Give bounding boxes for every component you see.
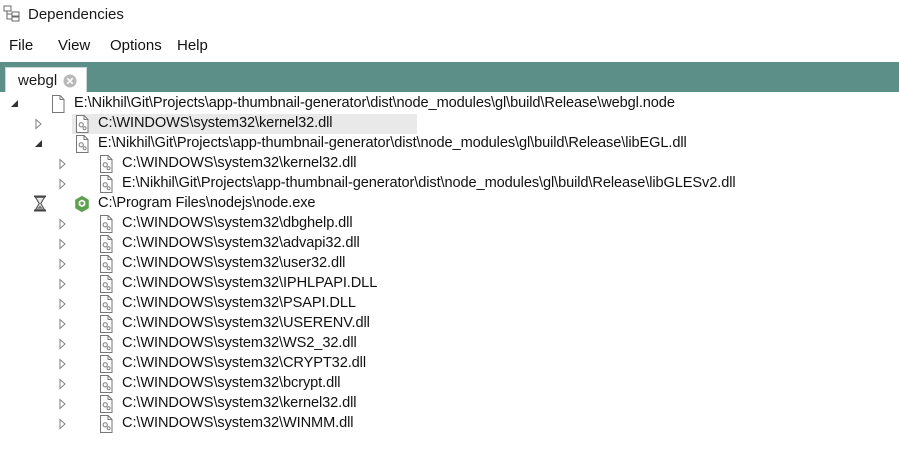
expanded-triangle-icon[interactable] xyxy=(8,97,22,111)
collapsed-triangle-icon[interactable] xyxy=(56,217,70,231)
tree-item-label: C:\WINDOWS\system32\bcrypt.dll xyxy=(122,375,341,391)
tree-item-label: C:\WINDOWS\system32\WS2_32.dll xyxy=(122,335,357,351)
hourglass-icon xyxy=(34,195,46,212)
dll-file-icon xyxy=(100,235,113,253)
tree-item-label: C:\WINDOWS\system32\advapi32.dll xyxy=(122,235,360,251)
dependencies-app-icon xyxy=(3,5,20,22)
tree-row[interactable]: E:\Nikhil\Git\Projects\app-thumbnail-gen… xyxy=(0,134,899,154)
dll-file-icon xyxy=(76,135,89,153)
tree-item-label: C:\WINDOWS\system32\WINMM.dll xyxy=(122,415,354,431)
collapsed-triangle-icon[interactable] xyxy=(56,357,70,371)
tree-row[interactable]: C:\WINDOWS\system32\IPHLPAPI.DLL xyxy=(0,274,899,294)
collapsed-triangle-icon[interactable] xyxy=(56,237,70,251)
close-tab-icon[interactable] xyxy=(63,74,77,88)
menu-help[interactable]: Help xyxy=(177,37,208,54)
tree-item-label: C:\WINDOWS\system32\user32.dll xyxy=(122,255,346,271)
tree-row[interactable]: C:\WINDOWS\system32\advapi32.dll xyxy=(0,234,899,254)
collapsed-triangle-icon[interactable] xyxy=(56,377,70,391)
tree-row[interactable]: E:\Nikhil\Git\Projects\app-thumbnail-gen… xyxy=(0,94,899,114)
dll-file-icon xyxy=(100,155,113,173)
tree-item-label: C:\WINDOWS\system32\IPHLPAPI.DLL xyxy=(122,275,378,291)
nodejs-icon xyxy=(75,195,89,213)
dll-file-icon xyxy=(100,315,113,333)
tree-row[interactable]: C:\WINDOWS\system32\WINMM.dll xyxy=(0,414,899,434)
tree-item-label: C:\WINDOWS\system32\kernel32.dll xyxy=(98,115,333,131)
tree-row[interactable]: C:\WINDOWS\system32\PSAPI.DLL xyxy=(0,294,899,314)
dll-file-icon xyxy=(100,415,113,433)
tree-row[interactable]: C:\Program Files\nodejs\node.exe xyxy=(0,194,899,214)
tree-row[interactable]: C:\WINDOWS\system32\user32.dll xyxy=(0,254,899,274)
dll-file-icon xyxy=(100,355,113,373)
expanded-triangle-icon[interactable] xyxy=(32,137,46,151)
tab-label: webgl xyxy=(18,72,58,89)
tree-item-label: C:\Program Files\nodejs\node.exe xyxy=(98,195,316,211)
collapsed-triangle-icon[interactable] xyxy=(56,417,70,431)
menu-file[interactable]: File xyxy=(9,37,33,54)
collapsed-triangle-icon[interactable] xyxy=(56,337,70,351)
tab-strip: webgl xyxy=(0,62,899,92)
collapsed-triangle-icon[interactable] xyxy=(56,397,70,411)
menu-options[interactable]: Options xyxy=(110,37,162,54)
tree-row[interactable]: C:\WINDOWS\system32\kernel32.dll xyxy=(0,114,899,134)
tree-item-label: C:\WINDOWS\system32\kernel32.dll xyxy=(122,395,357,411)
tree-row[interactable]: C:\WINDOWS\system32\CRYPT32.dll xyxy=(0,354,899,374)
menu-bar: File View Options Help xyxy=(0,33,899,59)
tree-row[interactable]: C:\WINDOWS\system32\kernel32.dll xyxy=(0,154,899,174)
tree-row[interactable]: C:\WINDOWS\system32\USERENV.dll xyxy=(0,314,899,334)
tree-item-label: C:\WINDOWS\system32\PSAPI.DLL xyxy=(122,295,356,311)
collapsed-triangle-icon[interactable] xyxy=(56,177,70,191)
tree-item-label: E:\Nikhil\Git\Projects\app-thumbnail-gen… xyxy=(74,95,675,111)
dll-file-icon xyxy=(100,175,113,193)
collapsed-triangle-icon[interactable] xyxy=(56,257,70,271)
dll-file-icon xyxy=(100,395,113,413)
window-title: Dependencies xyxy=(28,6,124,23)
tree-row[interactable]: C:\WINDOWS\system32\bcrypt.dll xyxy=(0,374,899,394)
tree-row[interactable]: C:\WINDOWS\system32\WS2_32.dll xyxy=(0,334,899,354)
dll-file-icon xyxy=(100,375,113,393)
dll-file-icon xyxy=(100,335,113,353)
tree-item-label: E:\Nikhil\Git\Projects\app-thumbnail-gen… xyxy=(98,135,687,151)
tree-item-label: C:\WINDOWS\system32\CRYPT32.dll xyxy=(122,355,366,371)
title-bar: Dependencies xyxy=(0,0,899,30)
file-blank-icon xyxy=(52,95,65,113)
collapsed-triangle-icon[interactable] xyxy=(56,297,70,311)
tree-row[interactable]: E:\Nikhil\Git\Projects\app-thumbnail-gen… xyxy=(0,174,899,194)
dll-file-icon xyxy=(100,295,113,313)
collapsed-triangle-icon[interactable] xyxy=(56,277,70,291)
dll-file-icon xyxy=(100,215,113,233)
tab-webgl[interactable]: webgl xyxy=(5,67,87,92)
dependency-tree[interactable]: E:\Nikhil\Git\Projects\app-thumbnail-gen… xyxy=(0,94,899,474)
dll-file-icon xyxy=(100,275,113,293)
tree-item-label: C:\WINDOWS\system32\kernel32.dll xyxy=(122,155,357,171)
tree-item-label: C:\WINDOWS\system32\USERENV.dll xyxy=(122,315,370,331)
collapsed-triangle-icon[interactable] xyxy=(56,317,70,331)
tree-item-label: E:\Nikhil\Git\Projects\app-thumbnail-gen… xyxy=(122,175,736,191)
tree-row[interactable]: C:\WINDOWS\system32\kernel32.dll xyxy=(0,394,899,414)
tree-item-label: C:\WINDOWS\system32\dbghelp.dll xyxy=(122,215,353,231)
menu-view[interactable]: View xyxy=(58,37,90,54)
tree-row[interactable]: C:\WINDOWS\system32\dbghelp.dll xyxy=(0,214,899,234)
collapsed-triangle-icon[interactable] xyxy=(56,157,70,171)
dll-file-icon xyxy=(100,255,113,273)
collapsed-triangle-icon[interactable] xyxy=(32,117,46,131)
dll-file-icon xyxy=(76,115,89,133)
